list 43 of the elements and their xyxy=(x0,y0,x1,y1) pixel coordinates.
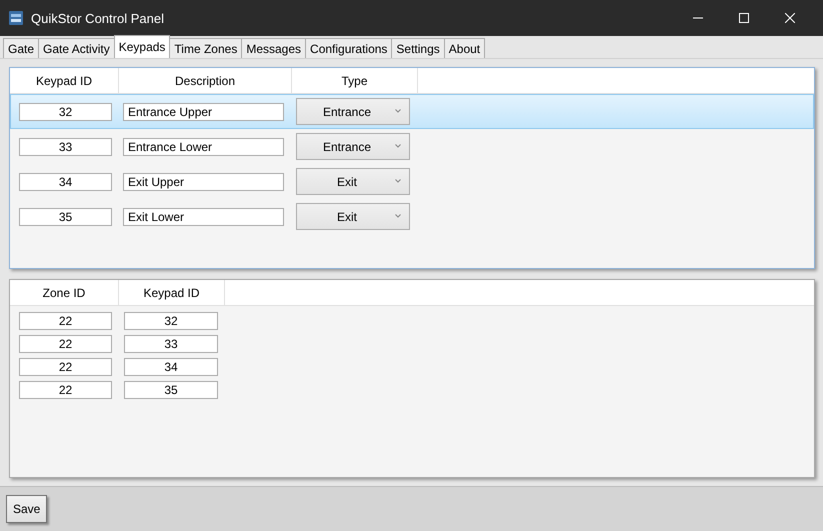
column-header: Zone ID xyxy=(10,280,119,305)
input-field[interactable]: 32 xyxy=(124,312,218,330)
caret-icon xyxy=(395,109,401,113)
column-header: Type xyxy=(292,68,418,93)
input-field[interactable]: 22 xyxy=(19,334,112,352)
column-header: Description xyxy=(119,68,292,93)
input-field[interactable]: 35 xyxy=(124,380,218,398)
tab[interactable]: Settings xyxy=(391,38,445,58)
input-field[interactable]: 22 xyxy=(19,380,112,398)
input-field[interactable]: Entrance Upper xyxy=(123,102,284,120)
input-field[interactable]: Exit Lower xyxy=(123,208,284,226)
input-field[interactable]: Entrance Lower xyxy=(123,138,284,156)
column-header: Keypad ID xyxy=(119,280,225,305)
tab[interactable]: Gate Activity xyxy=(38,38,115,58)
input-field[interactable]: 22 xyxy=(19,358,112,376)
maximize-icon[interactable] xyxy=(739,13,749,23)
input-field[interactable]: 32 xyxy=(19,102,112,120)
type-dropdown[interactable]: Exit xyxy=(296,203,410,230)
type-dropdown[interactable]: Entrance xyxy=(296,98,410,125)
tab[interactable]: Time Zones xyxy=(169,38,242,58)
input-field[interactable]: 34 xyxy=(124,358,218,376)
type-dropdown[interactable]: Exit xyxy=(296,168,410,195)
input-field[interactable]: Exit Upper xyxy=(123,172,284,190)
tab[interactable]: Configurations xyxy=(305,38,392,58)
tab[interactable]: Keypads xyxy=(114,35,170,58)
tab[interactable]: Messages xyxy=(241,38,306,58)
column-header: Keypad ID xyxy=(10,68,119,93)
caret-icon xyxy=(395,179,401,183)
app-icon xyxy=(9,11,23,25)
type-dropdown[interactable]: Entrance xyxy=(296,133,410,160)
input-field[interactable]: 33 xyxy=(19,138,112,156)
input-field[interactable]: 34 xyxy=(19,172,112,190)
row-highlight[interactable]: 32 Entrance Upper Entrance xyxy=(10,94,814,129)
close-icon[interactable] xyxy=(785,13,795,23)
window-title: QuikStor Control Panel xyxy=(31,10,165,26)
input-field[interactable]: 35 xyxy=(19,208,112,226)
tab[interactable]: Gate xyxy=(3,38,40,58)
caret-icon xyxy=(395,144,401,148)
save-button[interactable]: Save xyxy=(6,495,48,523)
caret-icon xyxy=(395,214,401,218)
input-field[interactable]: 22 xyxy=(19,312,112,330)
tab[interactable]: About xyxy=(444,38,486,58)
input-field[interactable]: 33 xyxy=(124,334,218,352)
